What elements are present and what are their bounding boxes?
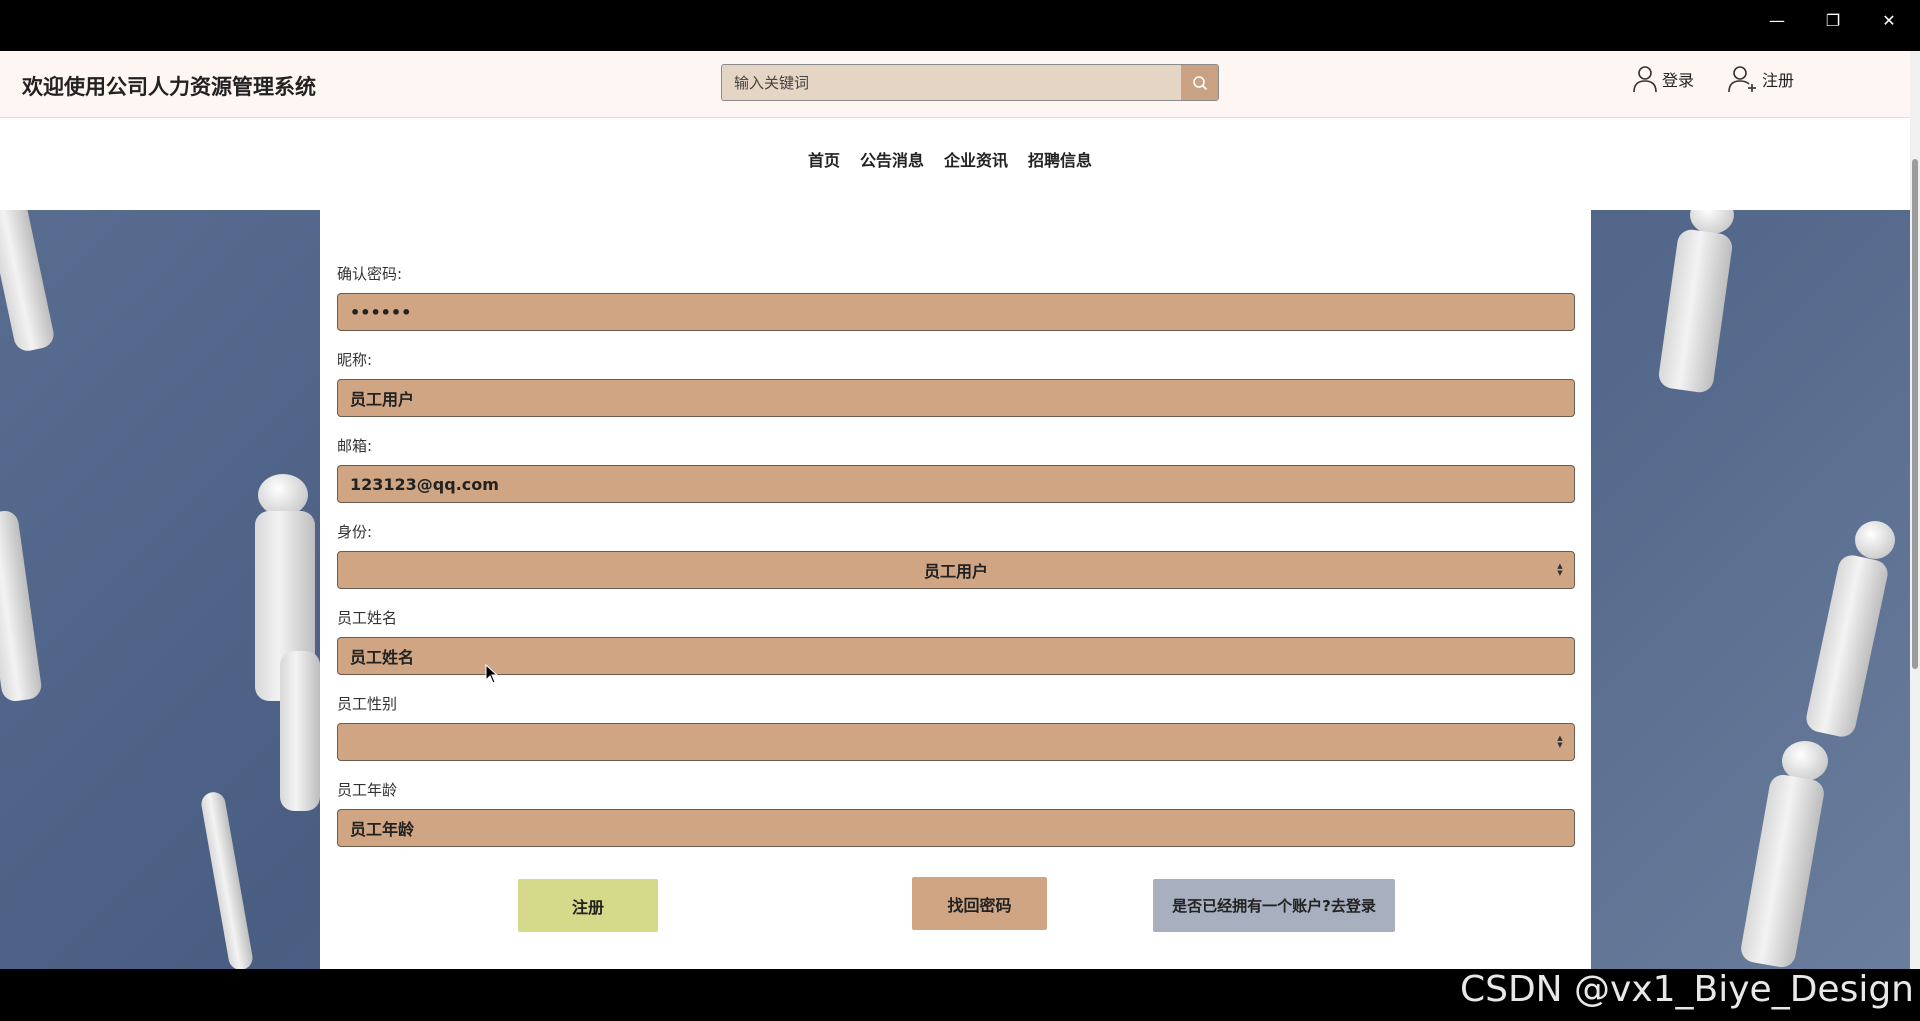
register-form: 确认密码: •••••• 昵称: 员工用户 邮箱: 123123@qq.com … [320,210,1591,969]
page-scrollbar[interactable] [1910,51,1920,969]
forgot-password-button[interactable]: 找回密码 [912,877,1047,930]
close-icon[interactable]: ✕ [1861,0,1917,40]
minimize-icon[interactable]: — [1749,0,1805,40]
nickname-label: 昵称: [337,351,373,369]
page-viewport: 欢迎使用公司人力资源管理系统 登录 注册 [0,51,1920,969]
login-link[interactable]: 登录 [1632,65,1694,93]
search-box [721,64,1219,101]
select-arrows-icon: ▲ ▼ [1557,562,1563,577]
nav-item-announcements[interactable]: 公告消息 [860,147,924,171]
window-titlebar: — ❐ ✕ [0,0,1920,51]
search-input[interactable] [722,65,1182,100]
role-select[interactable]: 员工用户 ▲ ▼ [337,551,1575,589]
user-icon [1633,66,1657,93]
watermark: CSDN @vx1_Biye_Design [1459,969,1914,1010]
nav-item-home[interactable]: 首页 [808,147,840,171]
register-label: 注册 [1762,71,1795,90]
employee-age-label: 员工年龄 [337,781,398,799]
add-user-icon [1728,66,1756,93]
email-field[interactable]: 123123@qq.com [337,465,1575,503]
nav-item-news[interactable]: 企业资讯 [944,147,1008,171]
employee-age-field[interactable]: 员工年龄 [337,809,1575,847]
email-label: 邮箱: [337,437,373,455]
employee-name-label: 员工姓名 [337,609,398,627]
restore-icon[interactable]: ❐ [1805,0,1861,40]
register-link[interactable]: 注册 [1728,65,1794,93]
register-button[interactable]: 注册 [518,879,658,932]
search-icon [1192,75,1207,90]
site-header: 欢迎使用公司人力资源管理系统 登录 注册 [0,51,1920,118]
mouse-cursor-icon [485,664,499,684]
go-login-button[interactable]: 是否已经拥有一个账户?去登录 [1153,879,1395,932]
employee-gender-select[interactable]: ▲ ▼ [337,723,1575,761]
nav-item-recruitment[interactable]: 招聘信息 [1028,147,1092,171]
role-label: 身份: [337,523,373,541]
login-label: 登录 [1662,71,1695,90]
main-nav: 首页 公告消息 企业资讯 招聘信息 [0,118,1920,210]
employee-gender-label: 员工性别 [337,695,398,713]
confirm-password-label: 确认密码: [337,265,403,283]
nickname-field[interactable]: 员工用户 [337,379,1575,417]
employee-name-field[interactable]: 员工姓名 [337,637,1575,675]
role-select-value: 员工用户 [923,562,988,581]
site-title: 欢迎使用公司人力资源管理系统 [22,75,316,99]
bottom-bar: CSDN @vx1_Biye_Design [0,969,1920,1021]
select-arrows-icon: ▲ ▼ [1557,734,1563,749]
scrollbar-thumb[interactable] [1912,159,1918,669]
confirm-password-field[interactable]: •••••• [337,293,1575,331]
search-button[interactable] [1181,65,1218,100]
